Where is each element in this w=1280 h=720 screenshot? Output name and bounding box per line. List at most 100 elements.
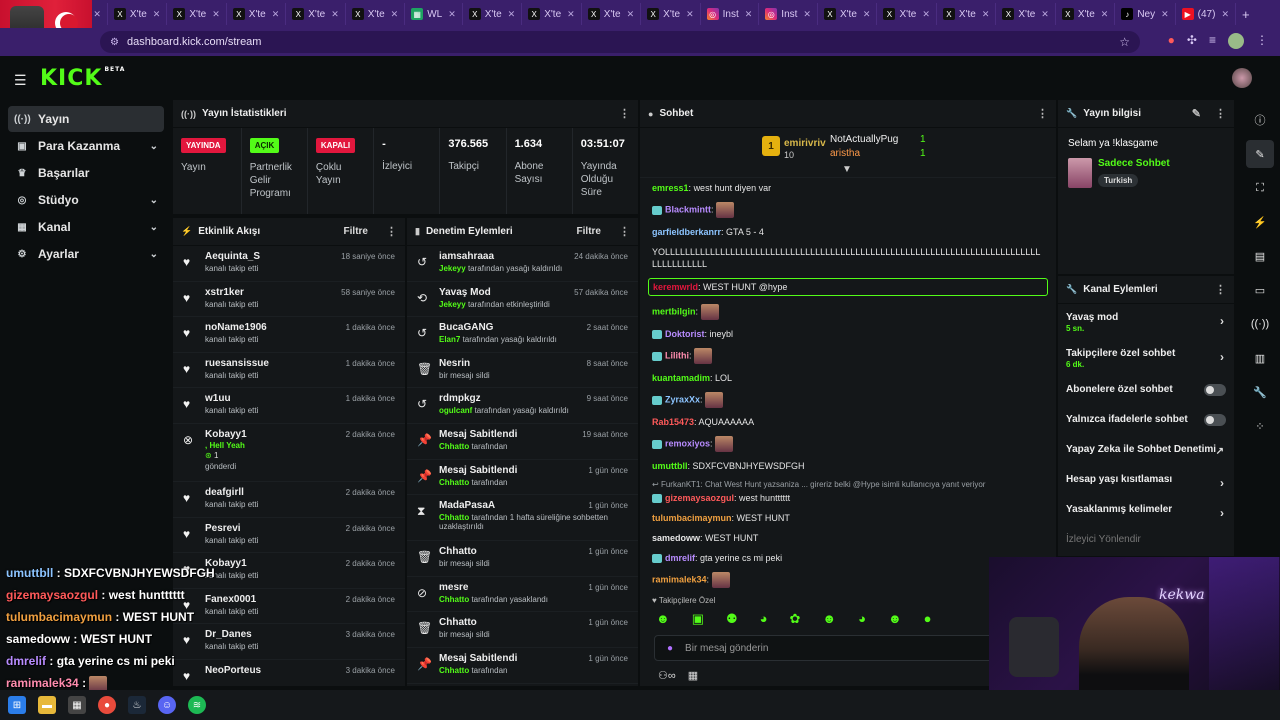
browser-tab[interactable]: XX'te ✕: [346, 3, 406, 25]
browser-tab[interactable]: ◎ Inst ✕: [701, 3, 760, 25]
close-icon[interactable]: ✕: [1221, 9, 1229, 20]
chat-message[interactable]: tulumbacimaymun: WEST HUNT: [652, 512, 1044, 524]
moderator-name[interactable]: ogulcanf: [439, 406, 472, 415]
mod-row[interactable]: ⊘ mesre 1 gün önce Chhatto tarafından yasak…: [407, 577, 638, 613]
chat-message[interactable]: mertbilgin:: [652, 304, 1044, 320]
chat-username[interactable]: keremwrld: [653, 282, 698, 292]
close-icon[interactable]: ✕: [982, 9, 990, 20]
close-icon[interactable]: ✕: [508, 9, 516, 20]
channel-action-6[interactable]: Hesap yaşı kısıtlaması ›: [1058, 466, 1234, 496]
moderator-name[interactable]: Chhatto: [439, 442, 469, 451]
emote-icon[interactable]: ☻: [822, 611, 836, 627]
browser-tab[interactable]: XX'te ✕: [996, 3, 1056, 25]
add-widget-icon[interactable]: ⁘: [1246, 412, 1274, 440]
sidebar-item-stüdyo[interactable]: ◎ Stüdyo ⌄: [8, 187, 164, 213]
edit-icon[interactable]: ✎: [1192, 107, 1201, 120]
chat-message[interactable]: emress1: west hunt diyen var: [652, 182, 1044, 194]
wrench-icon[interactable]: 🔧: [1246, 378, 1274, 406]
chrome-icon[interactable]: ●: [98, 696, 116, 714]
moderator-name[interactable]: Chhatto: [439, 595, 469, 604]
profile-avatar[interactable]: [1228, 33, 1244, 49]
close-icon[interactable]: ✕: [212, 9, 220, 20]
browser-tab[interactable]: ▦ WL ✕: [405, 3, 463, 25]
bookmark-star-icon[interactable]: ☆: [1119, 35, 1130, 49]
moderator-name[interactable]: Elan7: [439, 335, 460, 344]
broadcast-icon[interactable]: ((·)): [1246, 310, 1274, 338]
mod-row[interactable]: 🗑 Chhatto 1 gün önce bir mesajı sildi: [407, 541, 638, 577]
browser-tab[interactable]: ♪ Ney ✕: [1115, 3, 1176, 25]
mod-filter-button[interactable]: Filtre: [577, 226, 601, 237]
chevron-right-icon[interactable]: ›: [1220, 476, 1224, 490]
feed-row[interactable]: ⊗ Kobayy1 2 dakika önce, Hell Yeah ⊛ 1 gönde…: [173, 424, 405, 482]
leader-third-name[interactable]: aristha: [830, 148, 860, 159]
mod-row[interactable]: ↺ iamsahraaa 24 dakika önce Jekeyy tarafınd…: [407, 246, 638, 282]
info-more-icon[interactable]: ⋮: [1215, 107, 1226, 120]
close-icon[interactable]: ✕: [863, 9, 871, 20]
moderator-name[interactable]: Jekeyy: [439, 264, 466, 273]
spotify-icon[interactable]: ≋: [188, 696, 206, 714]
feed-row[interactable]: ♥ Aequinta_S 18 saniye önce kanalı takip et…: [173, 246, 405, 282]
chat-username[interactable]: Blackmintt: [665, 204, 711, 214]
chat-message[interactable]: samedoww: WEST HUNT: [652, 532, 1044, 544]
browser-tab[interactable]: ◎ Inst ✕: [759, 3, 818, 25]
chat-icon[interactable]: ▭: [1246, 276, 1274, 304]
pinned-message-icon[interactable]: ▼: [842, 164, 852, 175]
sidebar-item-para-kazanma[interactable]: ▣ Para Kazanma ⌄: [8, 133, 164, 159]
feed-row[interactable]: ♥ ruesansissue 1 dakika önce kanalı takip e…: [173, 353, 405, 389]
chat-username[interactable]: ramimalek34: [652, 574, 707, 584]
steam-icon[interactable]: ♨: [128, 696, 146, 714]
browser-tab[interactable]: XX'te ✕: [227, 3, 287, 25]
browser-tab[interactable]: XX'te ✕: [582, 3, 642, 25]
browser-tab[interactable]: XX'te ✕: [108, 3, 168, 25]
pencil-icon[interactable]: ✎: [1246, 140, 1274, 168]
puzzle-icon[interactable]: ✣: [1187, 33, 1197, 49]
mod-row[interactable]: 📌 Mesaj Sabitlendi 19 saat önce Chhatto tar…: [407, 424, 638, 460]
moderator-name[interactable]: Chhatto: [439, 666, 469, 675]
chat-username[interactable]: Doktorist: [665, 329, 705, 339]
browser-menu-icon[interactable]: ⋮: [1256, 33, 1268, 49]
close-icon[interactable]: ✕: [567, 9, 575, 20]
chevron-down-icon[interactable]: ⌄: [150, 141, 158, 152]
chat-input[interactable]: ● Bir mesaj gönderin: [654, 635, 1042, 661]
mod-row[interactable]: 📌 Mesaj Sabitlendi 1 gün önce Chhatto taraf…: [407, 648, 638, 684]
emote-icon[interactable]: ◕: [760, 611, 768, 627]
close-icon[interactable]: ✕: [331, 9, 339, 20]
chevron-down-icon[interactable]: ⌄: [150, 195, 158, 206]
channel-action-2[interactable]: Takipçilere özel sohbet 6 dk. ›: [1058, 340, 1234, 376]
mod-row[interactable]: 📌 Mesaj Sabitlendi 1 gün önce Chhatto taraf…: [407, 460, 638, 496]
chat-message[interactable]: ramimalek34:: [652, 572, 1044, 588]
emote-icon[interactable]: ◕: [858, 611, 866, 627]
feed-row[interactable]: ♥ deafgirll 2 dakika önce kanalı takip etti: [173, 482, 405, 518]
close-icon[interactable]: ✕: [448, 9, 456, 20]
chat-username[interactable]: mertbilgin: [652, 306, 696, 316]
menu-icon[interactable]: ☰: [14, 72, 27, 89]
channel-action-7[interactable]: Yasaklanmış kelimeler ›: [1058, 496, 1234, 526]
mod-row[interactable]: ⟲ Yavaş Mod 57 dakika önce Jekeyy tarafında…: [407, 282, 638, 318]
chat-message[interactable]: umuttbll: SDXFCVBNJHYEWSDFGH: [652, 460, 1044, 472]
actions-more-icon[interactable]: ⋮: [1215, 283, 1226, 296]
discord-icon[interactable]: ☺: [158, 696, 176, 714]
browser-tab[interactable]: XX'te ✕: [286, 3, 346, 25]
chat-username[interactable]: remoxiyos: [665, 438, 710, 448]
kick-logo[interactable]: KICK BETA: [40, 66, 125, 91]
mod-row[interactable]: ↺ BucaGANG 2 saat önce Elan7 tarafından yas…: [407, 317, 638, 353]
browser-tab[interactable]: XX'te ✕: [937, 3, 997, 25]
folder-icon[interactable]: ▬: [38, 696, 56, 714]
user-avatar[interactable]: [1232, 68, 1252, 88]
emote-icon[interactable]: ☻: [888, 611, 902, 627]
start-icon[interactable]: ⊞: [8, 696, 26, 714]
gift-icon[interactable]: ▦: [688, 669, 698, 682]
chat-username[interactable]: samedoww: [652, 533, 700, 543]
chat-message[interactable]: keremwrld: WEST HUNT @hype: [648, 278, 1048, 296]
layout-icon[interactable]: ▥: [1246, 344, 1274, 372]
fullscreen-icon[interactable]: ⛶: [1246, 174, 1274, 202]
sidebar-item-başarılar[interactable]: ♛ Başarılar: [8, 160, 164, 186]
mod-row[interactable]: ↺ rdmpkgz 9 saat önce ogulcanf tarafından y…: [407, 388, 638, 424]
leader-first-name[interactable]: emirivriv: [784, 138, 826, 149]
close-icon[interactable]: ✕: [627, 9, 635, 20]
sidebar-item-kanal[interactable]: ▦ Kanal ⌄: [8, 214, 164, 240]
url-input[interactable]: ⚙ dashboard.kick.com/stream ☆: [100, 31, 1140, 53]
chat-username[interactable]: tulumbacimaymun: [652, 513, 732, 523]
close-icon[interactable]: ✕: [1161, 9, 1169, 20]
channel-action-1[interactable]: Yavaş mod 5 sn. ›: [1058, 304, 1234, 340]
